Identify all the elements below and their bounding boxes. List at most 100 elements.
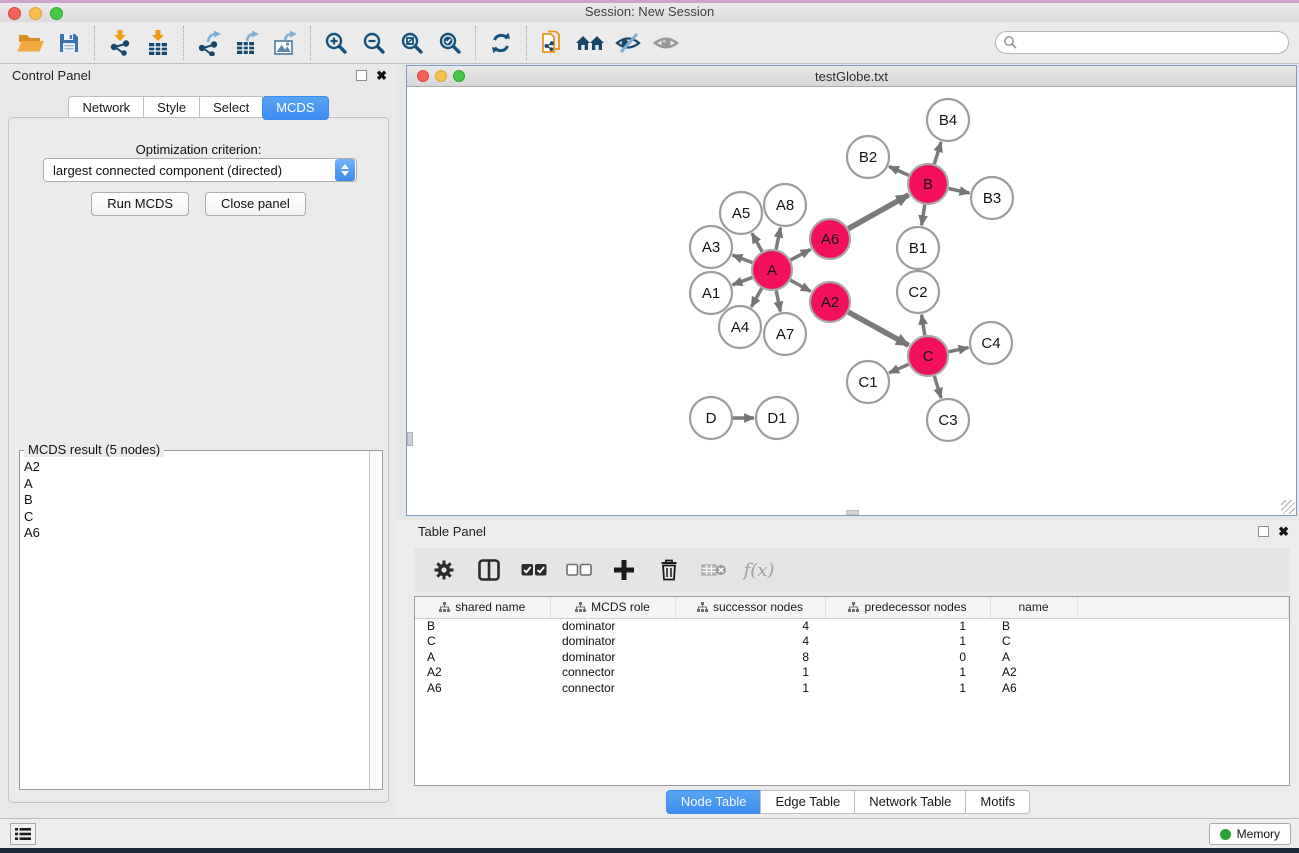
graph-node-B1[interactable]: B1 (897, 227, 939, 269)
network-canvas[interactable]: AA1A2A3A4A5A6A7A8BB1B2B3B4CC1C2C3C4DD1 (407, 87, 1296, 515)
graph-node-A5[interactable]: A5 (720, 192, 762, 234)
result-item[interactable]: A6 (24, 525, 369, 542)
graph-node-B3[interactable]: B3 (971, 177, 1013, 219)
canvas-left-handle[interactable] (407, 432, 413, 446)
refresh-layout-button[interactable] (482, 26, 520, 60)
graph-node-A1[interactable]: A1 (690, 272, 732, 314)
graph-node-D[interactable]: D (690, 397, 732, 439)
table-row[interactable]: Cdominator41C (415, 634, 1289, 650)
zoom-fit-button[interactable] (393, 26, 431, 60)
export-image-button[interactable] (266, 26, 304, 60)
result-scrollbar[interactable] (369, 451, 382, 789)
graph-node-B4[interactable]: B4 (927, 99, 969, 141)
cell-successor-nodes[interactable]: 1 (675, 665, 825, 681)
cell-mcds-role[interactable]: dominator (550, 649, 675, 665)
result-item[interactable]: C (24, 509, 369, 526)
graph-edge-A-A8[interactable] (776, 228, 780, 250)
delete-table-button[interactable] (696, 552, 732, 588)
add-row-button[interactable] (606, 552, 642, 588)
cell-shared-name[interactable]: B (415, 618, 550, 634)
cell-name[interactable]: C (990, 634, 1077, 650)
graph-node-A6[interactable]: A6 (810, 219, 850, 259)
show-column-button[interactable] (471, 552, 507, 588)
memory-button[interactable]: Memory (1209, 823, 1291, 845)
graph-edge-A2-C[interactable] (848, 312, 908, 345)
deselect-all-button[interactable] (561, 552, 597, 588)
graph-node-A2[interactable]: A2 (810, 282, 850, 322)
show-all-button[interactable] (647, 26, 685, 60)
search-input[interactable] (995, 31, 1289, 54)
cell-predecessor-nodes[interactable]: 1 (825, 634, 990, 650)
cell-name[interactable]: A6 (990, 680, 1077, 696)
cell-mcds-role[interactable]: dominator (550, 634, 675, 650)
close-table-panel-icon[interactable]: ✖ (1278, 526, 1289, 537)
import-table-button[interactable] (139, 26, 177, 60)
graph-edge-C-C4[interactable] (949, 348, 969, 352)
cell-mcds-role[interactable]: dominator (550, 618, 675, 634)
close-panel-icon[interactable]: ✖ (376, 70, 387, 81)
cell-mcds-role[interactable]: connector (550, 665, 675, 681)
tab-network-table[interactable]: Network Table (854, 790, 966, 814)
cell-name[interactable]: A2 (990, 665, 1077, 681)
result-item[interactable]: A (24, 476, 369, 493)
graph-node-A8[interactable]: A8 (764, 184, 806, 226)
graph-edge-B-B1[interactable] (922, 205, 925, 226)
cell-successor-nodes[interactable]: 4 (675, 634, 825, 650)
export-network-button[interactable] (190, 26, 228, 60)
column-header-name[interactable]: name (990, 597, 1077, 618)
graph-edge-A-A7[interactable] (776, 291, 780, 312)
task-history-button[interactable] (10, 823, 36, 845)
column-header-mcds-role[interactable]: MCDS role (550, 597, 675, 618)
graph-node-D1[interactable]: D1 (756, 397, 798, 439)
float-table-panel-icon[interactable] (1258, 526, 1269, 537)
column-header-predecessor-nodes[interactable]: predecessor nodes (825, 597, 990, 618)
close-panel-button[interactable]: Close panel (205, 192, 306, 216)
cell-shared-name[interactable]: A2 (415, 665, 550, 681)
graph-node-C4[interactable]: C4 (970, 322, 1012, 364)
graph-edge-A-A1[interactable] (733, 277, 753, 285)
cell-predecessor-nodes[interactable]: 0 (825, 649, 990, 665)
cell-shared-name[interactable]: C (415, 634, 550, 650)
graph-edge-A-A6[interactable] (791, 249, 811, 260)
graph-node-B2[interactable]: B2 (847, 136, 889, 178)
column-header-shared-name[interactable]: shared name (415, 597, 550, 618)
canvas-bottom-handle[interactable] (846, 510, 859, 515)
graph-edge-A-A2[interactable] (790, 280, 810, 291)
cell-successor-nodes[interactable]: 8 (675, 649, 825, 665)
open-session-button[interactable] (12, 26, 50, 60)
graph-node-A7[interactable]: A7 (764, 313, 806, 355)
graph-edge-B-B2[interactable] (889, 166, 909, 175)
select-all-button[interactable] (516, 552, 552, 588)
graph-node-A3[interactable]: A3 (690, 226, 732, 268)
delete-row-button[interactable] (651, 552, 687, 588)
tab-edge-table[interactable]: Edge Table (760, 790, 855, 814)
cell-shared-name[interactable]: A (415, 649, 550, 665)
cell-successor-nodes[interactable]: 4 (675, 618, 825, 634)
window-resize-grip[interactable] (1281, 500, 1295, 514)
cell-successor-nodes[interactable]: 1 (675, 680, 825, 696)
table-row[interactable]: A2connector11A2 (415, 665, 1289, 681)
column-header-successor-nodes[interactable]: successor nodes (675, 597, 825, 618)
table-row[interactable]: A6connector11A6 (415, 680, 1289, 696)
tab-node-table[interactable]: Node Table (666, 790, 762, 814)
graph-node-C[interactable]: C (908, 336, 948, 376)
function-builder-button[interactable]: f(x) (741, 552, 777, 588)
graph-edge-A-A3[interactable] (733, 255, 753, 263)
zoom-in-button[interactable] (317, 26, 355, 60)
graph-node-C2[interactable]: C2 (897, 271, 939, 313)
graph-edge-B-B4[interactable] (934, 142, 941, 164)
zoom-selected-button[interactable] (431, 26, 469, 60)
tab-motifs[interactable]: Motifs (965, 790, 1030, 814)
cell-name[interactable]: B (990, 618, 1077, 634)
result-item[interactable]: A2 (24, 459, 369, 476)
cell-predecessor-nodes[interactable]: 1 (825, 680, 990, 696)
cell-mcds-role[interactable]: connector (550, 680, 675, 696)
export-table-button[interactable] (228, 26, 266, 60)
cell-predecessor-nodes[interactable]: 1 (825, 665, 990, 681)
graph-node-B[interactable]: B (908, 164, 948, 204)
table-row[interactable]: Bdominator41B (415, 618, 1289, 634)
optimization-criterion-dropdown[interactable]: largest connected component (directed) (43, 158, 357, 182)
new-network-from-selection-button[interactable] (533, 26, 571, 60)
tab-mcds[interactable]: MCDS (262, 96, 328, 120)
graph-edge-C-C1[interactable] (889, 364, 909, 373)
